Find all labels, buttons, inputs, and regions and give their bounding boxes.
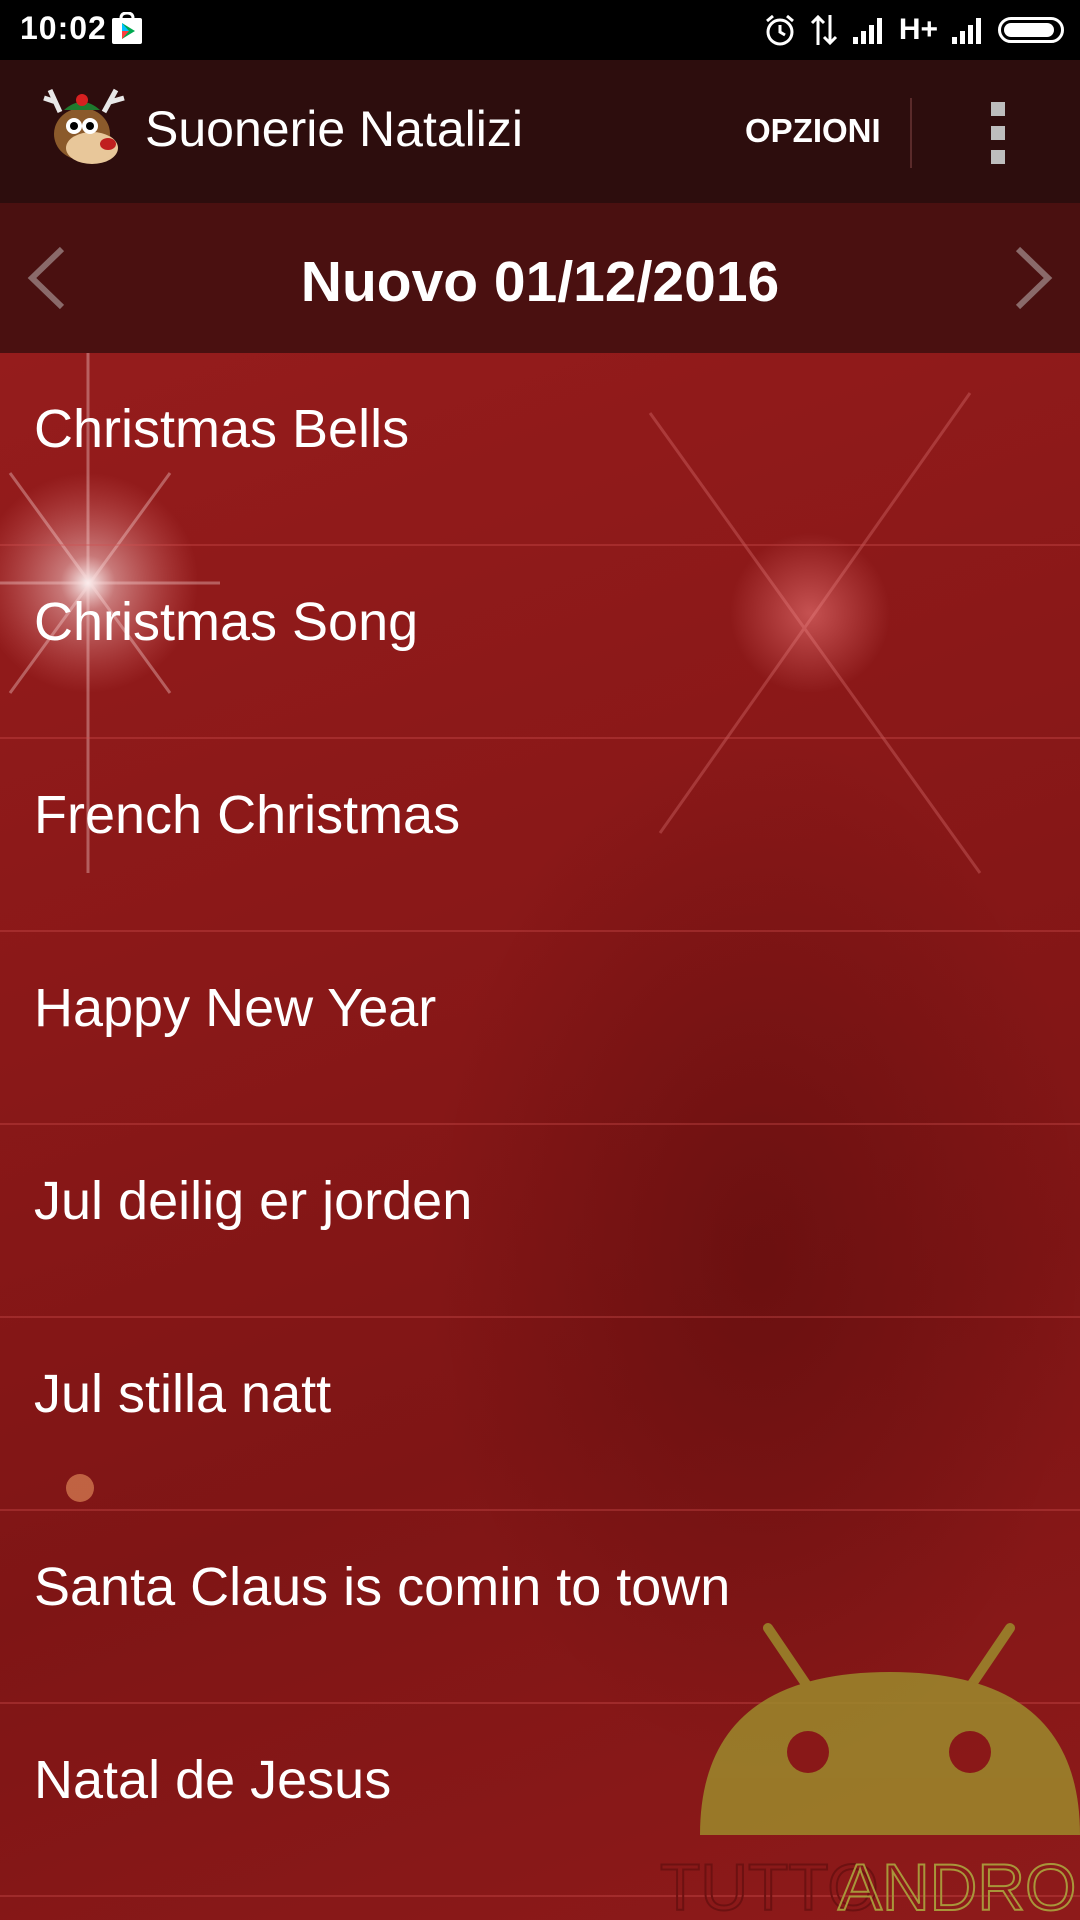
list-item-label: Jul stilla natt [34, 1364, 332, 1424]
list-item[interactable]: Jul deilig er jorden [0, 1125, 1080, 1318]
status-time: 10:02 [20, 10, 107, 46]
list-item-label: Natal de Jesus [34, 1750, 392, 1810]
alarm-icon [765, 14, 794, 46]
list-item-label: Christmas Song [34, 592, 419, 652]
status-icons: H+ [763, 8, 1064, 52]
options-button[interactable]: OPZIONI [745, 112, 881, 150]
data-transfer-icon [810, 14, 837, 46]
app-bar: Suonerie Natalizi OPZIONI [0, 60, 1080, 203]
status-bar: 10:02 H+ [0, 0, 1080, 60]
app-title: Suonerie Natalizi [145, 101, 523, 157]
reindeer-logo-icon [43, 88, 125, 164]
tuttoandroid-watermark: TUTTO ANDROID [660, 1623, 1080, 1920]
signal-icon [952, 18, 981, 44]
app-bar-divider [910, 98, 912, 168]
overflow-menu-icon[interactable] [975, 98, 1019, 168]
list-item-label: Santa Claus is comin to town [34, 1557, 731, 1617]
chevron-right-icon[interactable] [1008, 243, 1058, 313]
list-item-label: Happy New Year [34, 978, 437, 1038]
list-item-label: Jul deilig er jorden [34, 1171, 473, 1231]
network-type: H+ [898, 13, 938, 46]
list-item[interactable]: Christmas Song [0, 546, 1080, 739]
battery-icon [998, 17, 1064, 43]
watermark-text-right: ANDROID [838, 1850, 1080, 1920]
list-item[interactable]: French Christmas [0, 739, 1080, 932]
list-item[interactable]: Happy New Year [0, 932, 1080, 1125]
list-item[interactable]: Jul stilla natt [0, 1318, 1080, 1511]
list-item-label: French Christmas [34, 785, 461, 845]
date-navigator: Nuovo 01/12/2016 [0, 203, 1080, 353]
list-item-label: Christmas Bells [34, 399, 410, 459]
signal-icon [852, 18, 882, 44]
date-title: Nuovo 01/12/2016 [300, 250, 780, 314]
play-store-icon [112, 12, 142, 44]
list-item[interactable]: Christmas Bells [0, 353, 1080, 546]
